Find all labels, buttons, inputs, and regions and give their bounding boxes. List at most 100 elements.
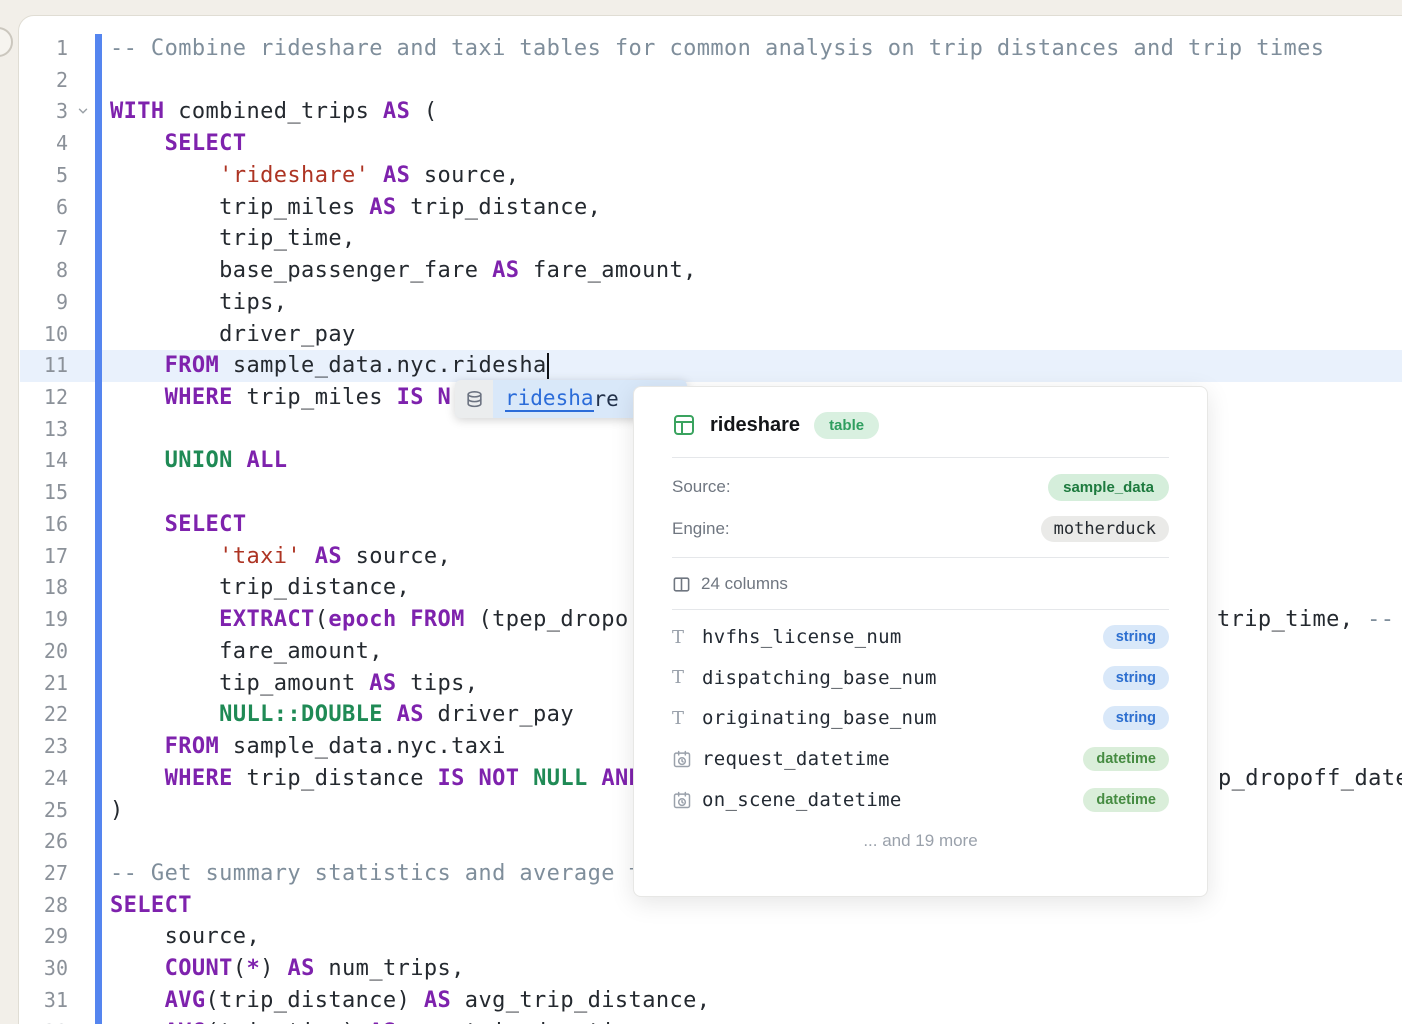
column-name: hvfhs_license_num [702, 626, 902, 648]
column-type-badge: datetime [1083, 747, 1169, 771]
code-text: UNION ALL [110, 445, 287, 477]
code-text: trip_distance, [110, 572, 410, 604]
line-number: 24 [24, 763, 68, 795]
line-number: 19 [24, 604, 68, 636]
code-line[interactable]: 3WITH combined_trips AS ( [20, 96, 1402, 128]
code-text: WHERE trip_miles IS N [110, 382, 451, 414]
code-line[interactable]: 31 AVG(trip_distance) AS avg_trip_distan… [20, 985, 1402, 1017]
autocomplete-match-text: ridesha [505, 386, 594, 412]
code-line[interactable]: 11 FROM sample_data.nyc.ridesha [20, 350, 1402, 382]
text-icon: T [672, 627, 698, 648]
code-line[interactable]: 5 'rideshare' AS source, [20, 160, 1402, 192]
code-line[interactable]: 7 trip_time, [20, 223, 1402, 255]
engine-label: Engine: [672, 519, 730, 539]
line-number: 5 [24, 160, 68, 192]
calendar-clock-icon [672, 790, 698, 810]
autocomplete-rest-text: re [594, 387, 619, 411]
column-row: request_datetime datetime [672, 739, 1169, 780]
column-name: on_scene_datetime [702, 789, 902, 811]
line-number: 29 [24, 921, 68, 953]
code-text: SELECT [110, 890, 192, 922]
line-number: 15 [24, 477, 68, 509]
code-text: trip_time, -- [1217, 604, 1394, 636]
table-type-badge: table [814, 412, 879, 439]
code-line[interactable]: 29 source, [20, 921, 1402, 953]
line-number: 30 [24, 953, 68, 985]
code-text: EXTRACT(epoch FROM (tpep_dropo [110, 604, 629, 636]
code-text: source, [110, 921, 260, 953]
line-number: 17 [24, 541, 68, 573]
line-number: 8 [24, 255, 68, 287]
code-text: trip_miles AS trip_distance, [110, 192, 601, 224]
line-number: 28 [24, 890, 68, 922]
line-number: 2 [24, 65, 68, 97]
code-text: tips, [110, 287, 287, 319]
column-type-badge: string [1103, 625, 1169, 649]
clipped-side-button[interactable] [0, 27, 13, 57]
line-number: 32 [24, 1017, 68, 1024]
line-number: 9 [24, 287, 68, 319]
code-text: tip_amount AS tips, [110, 668, 478, 700]
code-text: 'taxi' AS source, [110, 541, 451, 573]
code-text: AVG(trip_distance) AS avg_trip_distance, [110, 985, 710, 1017]
engine-value-badge: motherduck [1041, 516, 1169, 542]
code-text: p_dropoff_datetime [1218, 763, 1402, 795]
line-number: 23 [24, 731, 68, 763]
code-line[interactable]: 8 base_passenger_fare AS fare_amount, [20, 255, 1402, 287]
column-type-badge: string [1103, 706, 1169, 730]
code-text: COUNT(*) AS num_trips, [110, 953, 465, 985]
code-text: FROM sample_data.nyc.ridesha [110, 350, 547, 382]
code-text: base_passenger_fare AS fare_amount, [110, 255, 697, 287]
code-text: ) [110, 795, 124, 827]
code-text: AVG(trip_time) AS avg_trip_duration, [110, 1017, 656, 1024]
column-name: request_datetime [702, 748, 890, 770]
line-number: 27 [24, 858, 68, 890]
code-text: SELECT [110, 509, 246, 541]
code-line[interactable]: 10 driver_pay [20, 319, 1402, 351]
code-line[interactable]: 1 -- Combine rideshare and taxi tables fo… [20, 33, 1402, 65]
text-icon: T [672, 708, 698, 729]
line-number: 7 [24, 223, 68, 255]
code-text: 'rideshare' AS source, [110, 160, 519, 192]
code-text: SELECT [110, 128, 246, 160]
fold-chevron-icon[interactable] [76, 104, 92, 120]
line-number: 21 [24, 668, 68, 700]
more-columns-note: ... and 19 more [634, 831, 1207, 857]
database-icon [455, 380, 493, 418]
line-number: 13 [24, 414, 68, 446]
code-text: fare_amount, [110, 636, 383, 668]
line-number: 22 [24, 699, 68, 731]
code-text: NULL::DOUBLE AS driver_pay [110, 699, 574, 731]
code-line[interactable]: 30 COUNT(*) AS num_trips, [20, 953, 1402, 985]
code-line[interactable]: 4 SELECT [20, 128, 1402, 160]
source-value-badge: sample_data [1048, 474, 1169, 501]
line-number: 31 [24, 985, 68, 1017]
line-number: 16 [24, 509, 68, 541]
line-number: 6 [24, 192, 68, 224]
code-text: -- Combine rideshare and taxi tables for… [110, 33, 1324, 65]
line-number: 1 [24, 33, 68, 65]
gutter-change-bar [95, 34, 102, 1024]
code-line[interactable]: 32 AVG(trip_time) AS avg_trip_duration, [20, 1017, 1402, 1024]
code-text: driver_pay [110, 319, 356, 351]
line-number: 4 [24, 128, 68, 160]
code-text: WHERE trip_distance IS NOT NULL AND [110, 763, 642, 795]
line-number: 11 [24, 350, 68, 382]
column-row: on_scene_datetimedatetime [672, 779, 1169, 820]
text-icon: T [672, 667, 698, 688]
calendar-clock-icon [672, 749, 698, 769]
code-line[interactable]: 2 [20, 65, 1402, 97]
code-text: trip_time, [110, 223, 356, 255]
line-number: 18 [24, 572, 68, 604]
text-cursor [547, 353, 549, 379]
column-row: Tdispatching_base_numstring [672, 658, 1169, 699]
column-name: dispatching_base_num [702, 667, 937, 689]
code-text: -- Get summary statistics and average tr… [110, 858, 683, 890]
autocomplete-item-rideshare[interactable]: rideshare [493, 380, 619, 418]
source-label: Source: [672, 477, 731, 497]
code-line[interactable]: 6 trip_miles AS trip_distance, [20, 192, 1402, 224]
table-title: rideshare [710, 414, 800, 437]
column-name: originating_base_num [702, 707, 937, 729]
code-line[interactable]: 9 tips, [20, 287, 1402, 319]
code-text: FROM sample_data.nyc.taxi [110, 731, 506, 763]
